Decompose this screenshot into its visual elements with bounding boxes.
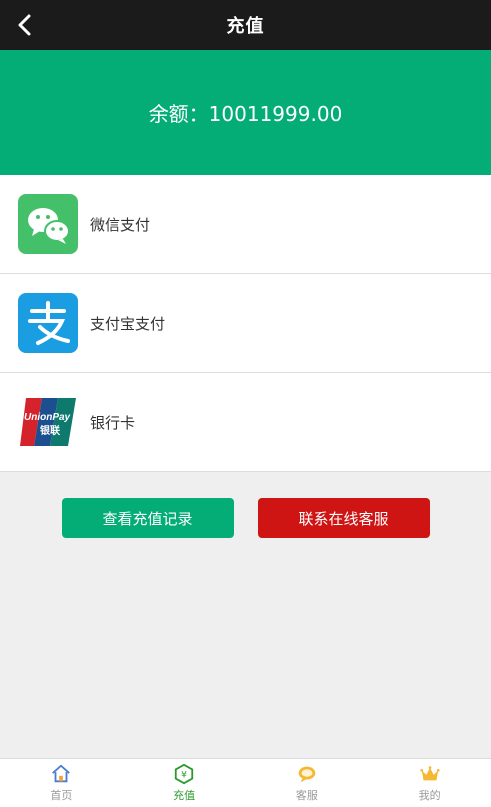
crown-icon bbox=[420, 766, 440, 781]
page-title: 充值 bbox=[226, 16, 265, 37]
tab-home[interactable]: 首页 bbox=[0, 759, 123, 807]
top-bar: 充值 bbox=[0, 0, 491, 50]
wechat-icon bbox=[18, 194, 78, 254]
payment-methods: 微信支付 支付宝支付 UnionPay 银联 银行卡 bbox=[0, 175, 491, 472]
method-label: 微信支付 bbox=[90, 215, 151, 234]
back-button[interactable] bbox=[10, 10, 40, 40]
svg-text:银联: 银联 bbox=[40, 424, 60, 437]
method-wechat[interactable]: 微信支付 bbox=[0, 175, 491, 274]
tab-recharge[interactable]: ¥ 充值 bbox=[123, 759, 246, 807]
unionpay-icon: UnionPay 银联 bbox=[18, 392, 78, 452]
alipay-icon bbox=[18, 293, 78, 353]
method-label: 银行卡 bbox=[90, 413, 136, 432]
service-icon bbox=[298, 766, 316, 783]
recharge-icon: ¥ bbox=[174, 763, 194, 785]
bottom-tab-bar: 首页 ¥ 充值 客服 我的 bbox=[0, 758, 491, 807]
tab-service[interactable]: 客服 bbox=[246, 759, 369, 807]
chevron-left-icon bbox=[18, 14, 31, 36]
method-bankcard[interactable]: UnionPay 银联 银行卡 bbox=[0, 373, 491, 472]
home-icon bbox=[52, 764, 71, 783]
method-alipay[interactable]: 支付宝支付 bbox=[0, 274, 491, 373]
tab-label: 我的 bbox=[418, 789, 441, 802]
tab-mine[interactable]: 我的 bbox=[368, 759, 491, 807]
action-buttons: 查看充值记录 联系在线客服 bbox=[0, 498, 491, 538]
svg-text:¥: ¥ bbox=[181, 770, 187, 781]
tab-label: 客服 bbox=[295, 789, 318, 802]
tab-label: 首页 bbox=[50, 789, 73, 802]
tab-label: 充值 bbox=[173, 789, 196, 802]
balance-panel: 余额：10011999.00 bbox=[0, 50, 491, 175]
balance-text: 余额：10011999.00 bbox=[148, 102, 343, 126]
contact-service-button[interactable]: 联系在线客服 bbox=[257, 498, 430, 538]
method-label: 支付宝支付 bbox=[90, 314, 166, 333]
view-records-button[interactable]: 查看充值记录 bbox=[61, 498, 234, 538]
svg-text:UnionPay: UnionPay bbox=[24, 412, 71, 423]
